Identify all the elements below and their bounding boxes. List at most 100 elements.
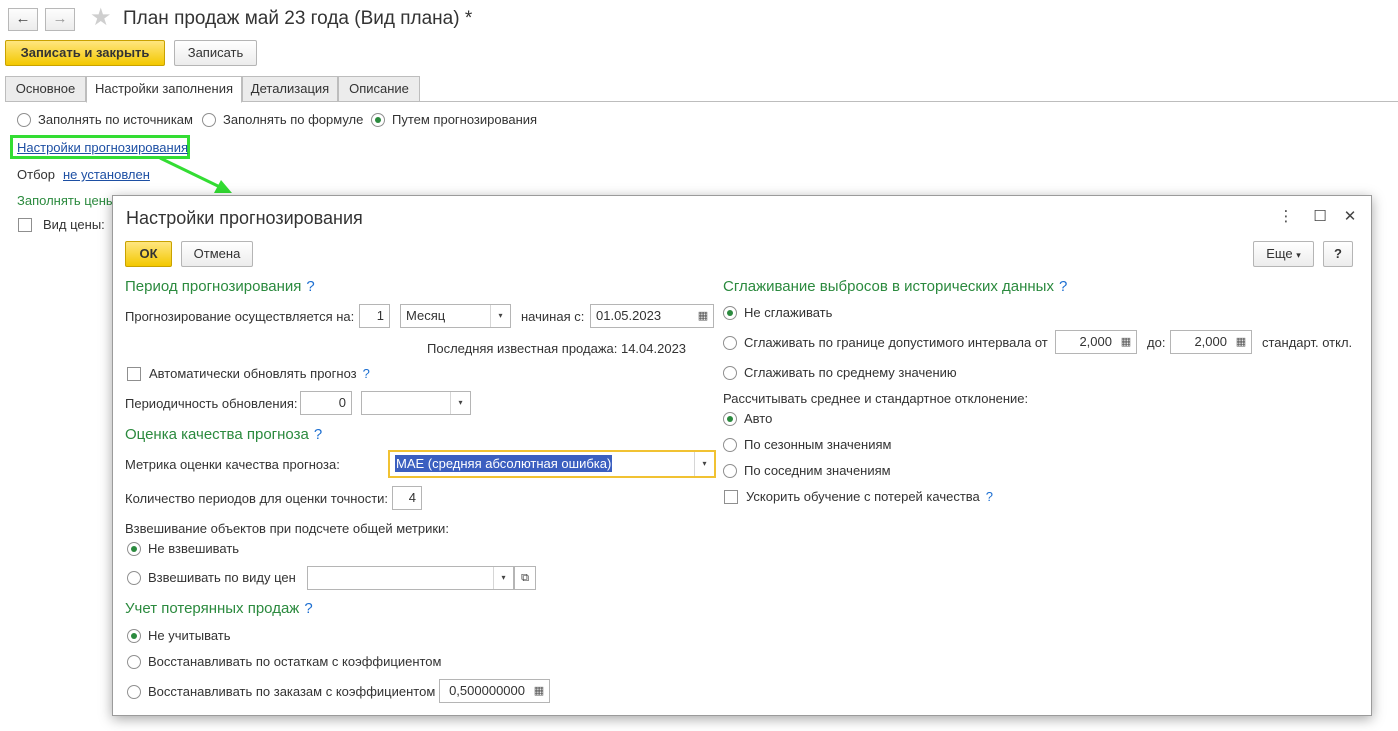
chevron-down-icon[interactable]: ▾ (450, 392, 470, 414)
update-period-unit-select[interactable]: ▾ (361, 391, 471, 415)
window-title: План продаж май 23 года (Вид плана) * (123, 8, 473, 29)
lost-sales-none-label: Не учитывать (148, 628, 231, 643)
checkbox-box (127, 366, 141, 381)
calc-auto-radio[interactable]: Авто (723, 411, 772, 426)
tab-description[interactable]: Описание (338, 76, 420, 102)
smooth-by-mean-radio[interactable]: Сглаживать по среднему значению (723, 365, 957, 380)
save-button[interactable]: Записать (174, 40, 257, 66)
maximize-icon[interactable]: ☐ (1312, 208, 1328, 226)
update-period-label: Периодичность обновления: (125, 396, 298, 411)
help-question-icon[interactable]: ? (306, 278, 314, 295)
interval-from-value: 2,000 (1079, 334, 1112, 349)
radio-dot (202, 112, 216, 127)
chevron-down-icon[interactable]: ▾ (490, 305, 510, 327)
help-button[interactable]: ? (1323, 241, 1353, 267)
radio-dot (723, 463, 737, 478)
calc-neighbor-radio[interactable]: По соседним значениям (723, 463, 891, 478)
fill-by-formula-radio[interactable]: Заполнять по формуле (202, 112, 363, 127)
weight-by-price-radio[interactable]: Взвешивать по виду цен (127, 570, 296, 585)
lost-sales-by-orders-label: Восстанавливать по заказам с коэффициент… (148, 684, 436, 699)
help-question-icon[interactable]: ? (986, 489, 993, 504)
accuracy-periods-label: Количество периодов для оценки точности: (125, 491, 389, 506)
quality-heading-text: Оценка качества прогноза (125, 426, 309, 443)
radio-dot (723, 335, 737, 350)
cancel-button[interactable]: Отмена (181, 241, 253, 267)
interval-to-input[interactable]: 2,000 ▦ (1170, 330, 1252, 354)
orders-coefficient-value: 0,500000000 (449, 683, 525, 698)
metric-label: Метрика оценки качества прогноза: (125, 457, 340, 472)
radio-dot-selected (723, 305, 737, 320)
tab-main[interactable]: Основное (5, 76, 86, 102)
radio-dot (17, 112, 31, 127)
calc-neighbor-label: По соседним значениям (744, 463, 891, 478)
auto-update-checkbox[interactable]: Автоматически обновлять прогноз ? (127, 366, 370, 381)
back-button[interactable]: ← (8, 8, 38, 31)
ok-button[interactable]: ОК (125, 241, 172, 267)
lost-sales-by-orders-radio[interactable]: Восстанавливать по заказам с коэффициент… (127, 684, 435, 699)
radio-dot-selected (127, 541, 141, 556)
fill-by-sources-label: Заполнять по источникам (38, 112, 193, 127)
fill-by-formula-label: Заполнять по формуле (223, 112, 364, 127)
save-and-close-button[interactable]: Записать и закрыть (5, 40, 165, 66)
open-price-type-button[interactable]: ⧉ (514, 566, 536, 590)
radio-dot (127, 570, 141, 585)
help-question-icon[interactable]: ? (314, 426, 322, 443)
period-heading: Период прогнозирования? (125, 278, 315, 295)
forecast-settings-link[interactable]: Настройки прогнозирования (17, 140, 188, 155)
lost-sales-by-stock-radio[interactable]: Восстанавливать по остаткам с коэффициен… (127, 654, 441, 669)
calculator-icon[interactable]: ▦ (1116, 331, 1136, 353)
accuracy-periods-input[interactable]: 4 (392, 486, 422, 510)
weight-price-type-select[interactable]: ▾ (307, 566, 514, 590)
fill-by-forecast-label: Путем прогнозирования (392, 112, 538, 127)
fill-prices-label: Заполнять цены (17, 193, 116, 208)
chevron-down-icon[interactable]: ▾ (493, 567, 513, 589)
forecast-on-label: Прогнозирование осуществляется на: (125, 309, 355, 324)
more-button[interactable]: Еще ▾ (1253, 241, 1314, 267)
calc-mean-label: Рассчитывать среднее и стандартное откло… (723, 391, 1029, 406)
start-date-input[interactable]: 01.05.2023 ▦ (590, 304, 714, 328)
calculator-icon[interactable]: ▦ (1231, 331, 1251, 353)
calendar-icon[interactable]: ▦ (693, 305, 713, 327)
calculator-icon[interactable]: ▦ (529, 680, 549, 702)
open-form-icon: ⧉ (521, 572, 529, 584)
period-unit-select[interactable]: Месяц ▾ (400, 304, 511, 328)
dialog-title: Настройки прогнозирования (126, 208, 363, 228)
interval-from-input[interactable]: 2,000 ▦ (1055, 330, 1137, 354)
calc-seasonal-radio[interactable]: По сезонным значениям (723, 437, 891, 452)
weight-by-price-label: Взвешивать по виду цен (148, 570, 296, 585)
lost-sales-heading-text: Учет потерянных продаж (125, 600, 300, 617)
radio-dot (127, 684, 141, 699)
period-count-input[interactable]: 1 (359, 304, 390, 328)
speedup-training-checkbox[interactable]: Ускорить обучение с потерей качества ? (724, 489, 993, 504)
forward-button[interactable]: → (45, 8, 75, 31)
std-dev-unit-label: стандарт. откл. (1262, 335, 1353, 350)
tab-detailing[interactable]: Детализация (242, 76, 338, 102)
help-question-icon[interactable]: ? (1059, 278, 1067, 295)
fill-by-sources-radio[interactable]: Заполнять по источникам (17, 112, 193, 127)
metric-value: MAE (средняя абсолютная ошибка) (395, 455, 613, 472)
help-question-icon[interactable]: ? (363, 366, 370, 381)
lost-sales-by-stock-label: Восстанавливать по остаткам с коэффициен… (148, 654, 442, 669)
help-question-icon[interactable]: ? (304, 600, 312, 617)
smooth-by-interval-radio[interactable]: Сглаживать по границе допустимого интерв… (723, 335, 1048, 350)
smooth-by-mean-label: Сглаживать по среднему значению (744, 365, 957, 380)
orders-coefficient-input[interactable]: 0,500000000 ▦ (439, 679, 550, 703)
favorite-star-icon[interactable]: ★ (90, 6, 112, 30)
update-period-input[interactable]: 0 (300, 391, 352, 415)
tab-fill-settings[interactable]: Настройки заполнения (86, 76, 242, 103)
smoothing-heading-text: Сглаживание выбросов в исторических данн… (723, 278, 1054, 295)
no-weighting-radio[interactable]: Не взвешивать (127, 541, 239, 556)
more-vertical-icon[interactable]: ⋮ (1278, 208, 1294, 226)
metric-select[interactable]: MAE (средняя абсолютная ошибка) ▾ (388, 450, 716, 478)
close-icon[interactable]: ✕ (1342, 208, 1358, 226)
chevron-down-icon[interactable]: ▾ (694, 452, 714, 476)
filter-value-link[interactable]: не установлен (63, 167, 150, 182)
checkbox-box (18, 217, 32, 232)
radio-dot (723, 437, 737, 452)
lost-sales-none-radio[interactable]: Не учитывать (127, 628, 231, 643)
fill-by-forecast-radio[interactable]: Путем прогнозирования (371, 112, 537, 127)
auto-update-label: Автоматически обновлять прогноз (149, 366, 357, 381)
price-type-checkbox[interactable]: Вид цены: (18, 217, 105, 232)
no-smoothing-radio[interactable]: Не сглаживать (723, 305, 832, 320)
radio-dot (723, 365, 737, 380)
